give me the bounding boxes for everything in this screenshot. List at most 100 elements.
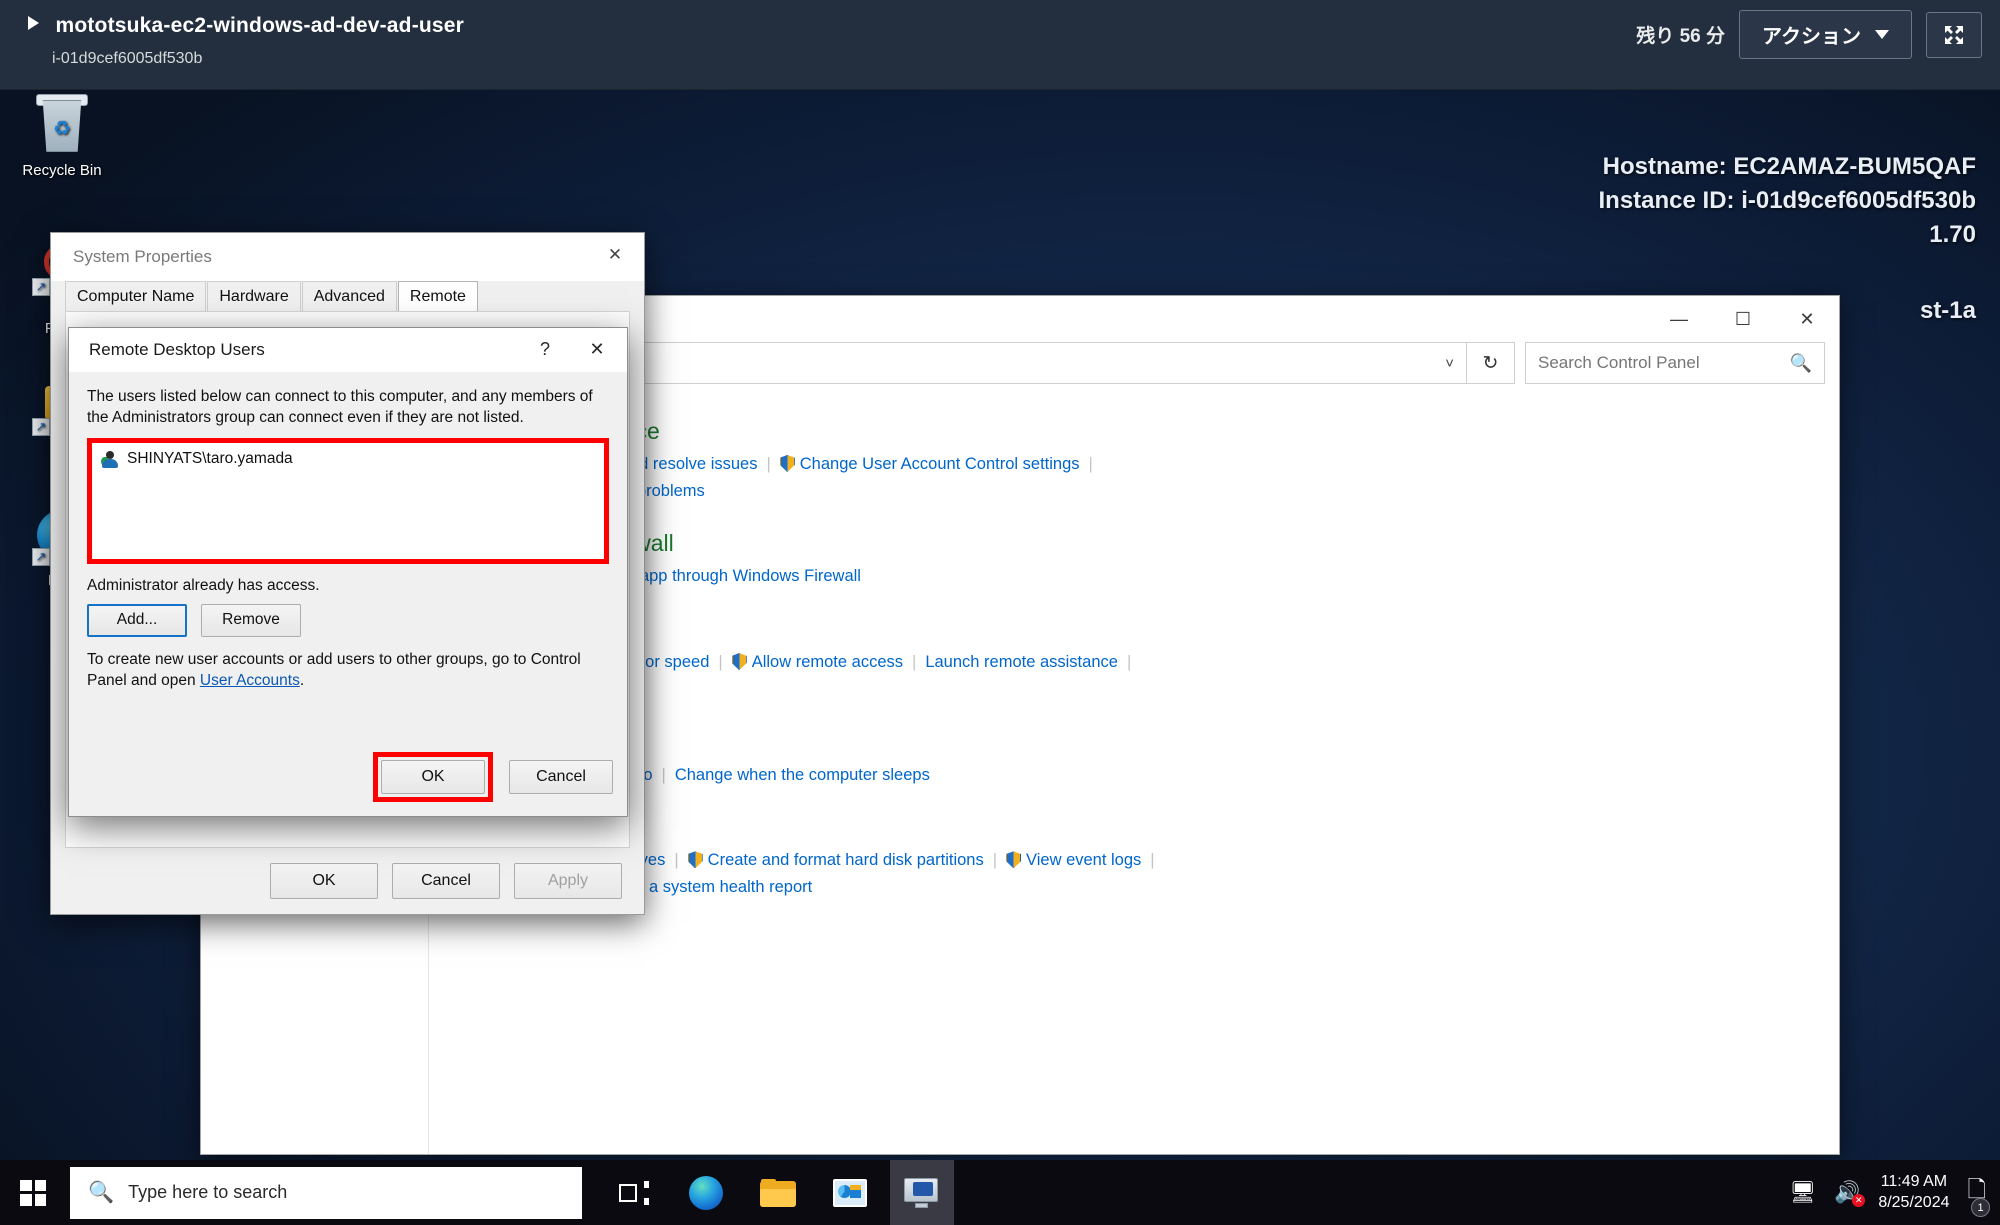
task-view-icon [619,1180,649,1205]
cp-link[interactable]: Launch remote assistance [925,653,1118,671]
list-item[interactable]: SHINYATS\taro.yamada [99,449,597,470]
aws-console-bar: mototsuka-ec2-windows-ad-dev-ad-user i-0… [0,0,2000,90]
user-action-buttons: Add... Remove [87,603,609,637]
chevron-down-icon[interactable]: ˅ [1445,355,1454,372]
hint-line-1: To create new user accounts or add users… [87,650,581,668]
cp-link[interactable]: Allow remote access [752,653,903,671]
tab-hardware[interactable]: Hardware [207,280,301,311]
recycle-bin-icon: ♻ [8,94,116,158]
taskbar-microsoft-edge[interactable] [674,1160,738,1225]
system-properties-icon [904,1177,940,1208]
clock[interactable]: 11:49 AM 8/25/2024 [1878,1172,1949,1214]
cp-group-administrative-tools: istrative Tools ent and optimize your dr… [459,814,1809,900]
user-accounts-link[interactable]: User Accounts [200,672,300,689]
ok-button[interactable]: OK [381,760,485,794]
cp-group-links: rewall status|Allow an app through Windo… [459,563,1809,590]
fullscreen-icon [1945,25,1963,44]
maximize-button[interactable]: ☐ [1711,296,1775,342]
tab-computer-name[interactable]: Computer Name [65,280,207,311]
cancel-button[interactable]: Cancel [392,863,500,899]
cp-link[interactable]: Change when the computer sleeps [675,766,930,784]
remote-desktop-users-body: The users listed below can connect to th… [69,372,627,816]
hint-line-2: Panel and open [87,672,200,690]
ok-button-highlight: OK [373,752,493,802]
action-button[interactable]: アクション [1739,10,1912,59]
hint-period: . [299,672,305,690]
search-icon: 🔍 [1789,352,1812,373]
cp-group-title[interactable]: istrative Tools [459,814,1809,841]
users-listbox[interactable]: SHINYATS\taro.yamada [92,442,604,559]
windows-start-icon [20,1179,46,1206]
remote-desktop-users-dialog[interactable]: Remote Desktop Users ? ✕ The users liste… [68,327,628,817]
expand-caret-icon[interactable] [28,16,39,30]
taskbar-file-explorer[interactable] [746,1160,810,1225]
instance-header: mototsuka-ec2-windows-ad-dev-ad-user [28,14,464,38]
tab-remote[interactable]: Remote [397,280,478,312]
close-button[interactable]: ✕ [571,328,623,370]
taskbar-system-properties[interactable] [890,1160,954,1225]
cp-link[interactable]: View event logs [1026,851,1141,869]
desktop-icon-recycle-bin[interactable]: ♻ Recycle Bin [8,94,116,180]
window-controls: — ☐ ✕ [1647,296,1839,342]
cp-group-links: our computer's status and resolve issues… [459,451,1809,504]
users-list-wrapper: SHINYATS\taro.yamada [87,437,609,564]
shield-icon [731,653,747,671]
desktop-instance-id: Instance ID: i-01d9cef6005df530b [1598,187,1977,215]
network-icon[interactable]: 🖥 [1789,1181,1816,1205]
desktop-hostname: Hostname: EC2AMAZ-BUM5QAF [1602,153,1976,180]
refresh-button[interactable]: ↻ [1467,342,1515,384]
cp-group-links: what the power buttons do|Change when th… [459,762,1809,789]
close-button[interactable]: ✕ [1775,296,1839,342]
system-properties-title: System Properties [73,247,212,266]
system-tray: 🖥 🔊 ✕ 11:49 AM 8/25/2024 🗋 1 [1789,1172,2000,1217]
cp-link[interactable]: Create and format hard disk partitions [708,851,984,869]
cp-group-defender-firewall: ws Defender Firewall rewall status|Allow… [459,530,1809,590]
cp-group-links: ent and optimize your drives|Create and … [459,847,1809,900]
add-user-button[interactable]: Add... [87,603,187,637]
ok-button[interactable]: OK [270,863,378,899]
task-view-button[interactable] [602,1160,666,1225]
control-panel-search[interactable]: Search Control Panel 🔍 [1525,342,1825,384]
taskbar-control-panel[interactable] [818,1160,882,1225]
user-accounts-hint: To create new user accounts or add users… [87,649,609,692]
taskbar-search-input[interactable]: 🔍 Type here to search [70,1166,582,1219]
desktop-ip: 1.70 [1929,221,1976,249]
shield-icon [1006,851,1022,869]
cp-group-title[interactable]: n [459,616,1809,643]
minimize-button[interactable]: — [1647,296,1711,342]
cp-group-title[interactable]: Options [459,729,1809,756]
system-properties-titlebar[interactable]: System Properties ✕ [51,233,644,281]
system-properties-tabs: Computer Name Hardware Advanced Remote [65,280,630,312]
help-button[interactable]: ? [519,328,571,370]
remote-desktop-users-titlebar[interactable]: Remote Desktop Users ? ✕ [69,328,627,372]
user-name: SHINYATS\taro.yamada [127,450,293,468]
clock-time: 11:49 AM [1880,1172,1948,1190]
instance-name: mototsuka-ec2-windows-ad-dev-ad-user [55,14,465,37]
cp-group-title[interactable]: ws Defender Firewall [459,530,1809,557]
fullscreen-button[interactable] [1926,11,1982,58]
tab-advanced[interactable]: Advanced [301,280,397,311]
windows-desktop[interactable]: ♻ Recycle Bin ↗ E Feed ↗ E Mic ↗ Micr Ed [0,90,2000,1160]
desktop-icon-label: Recycle Bin [22,162,102,179]
search-icon: 🔍 [88,1180,115,1204]
notifications-button[interactable]: 🗋 1 [1968,1173,1990,1217]
search-placeholder: Search Control Panel [1538,353,1700,372]
notification-count-badge: 1 [1971,1198,1990,1217]
start-button[interactable] [0,1160,66,1225]
users-list-highlight: SHINYATS\taro.yamada [87,437,609,564]
cp-group-links: ount of RAM and processor speed|Allow re… [459,649,1809,702]
cp-link[interactable]: Change User Account Control settings [800,455,1080,473]
shield-icon [687,851,703,869]
taskbar-app-icons [602,1160,954,1225]
session-timer: 残り 56 分 [1636,26,1725,47]
remove-user-button[interactable]: Remove [201,603,301,637]
apply-button: Apply [514,863,622,899]
volume-muted-icon[interactable]: 🔊 ✕ [1834,1181,1866,1207]
close-button[interactable]: ✕ [586,233,644,277]
cp-group-system: n ount of RAM and processor speed|Allow … [459,616,1809,702]
cp-group-title[interactable]: ty and Maintenance [459,418,1809,445]
cp-group-security-maintenance: ty and Maintenance our computer's status… [459,418,1809,504]
cancel-button[interactable]: Cancel [509,760,613,794]
description-line-1: The users listed below can connect to th… [87,388,593,405]
screen-root: mototsuka-ec2-windows-ad-dev-ad-user i-0… [0,0,2000,1225]
